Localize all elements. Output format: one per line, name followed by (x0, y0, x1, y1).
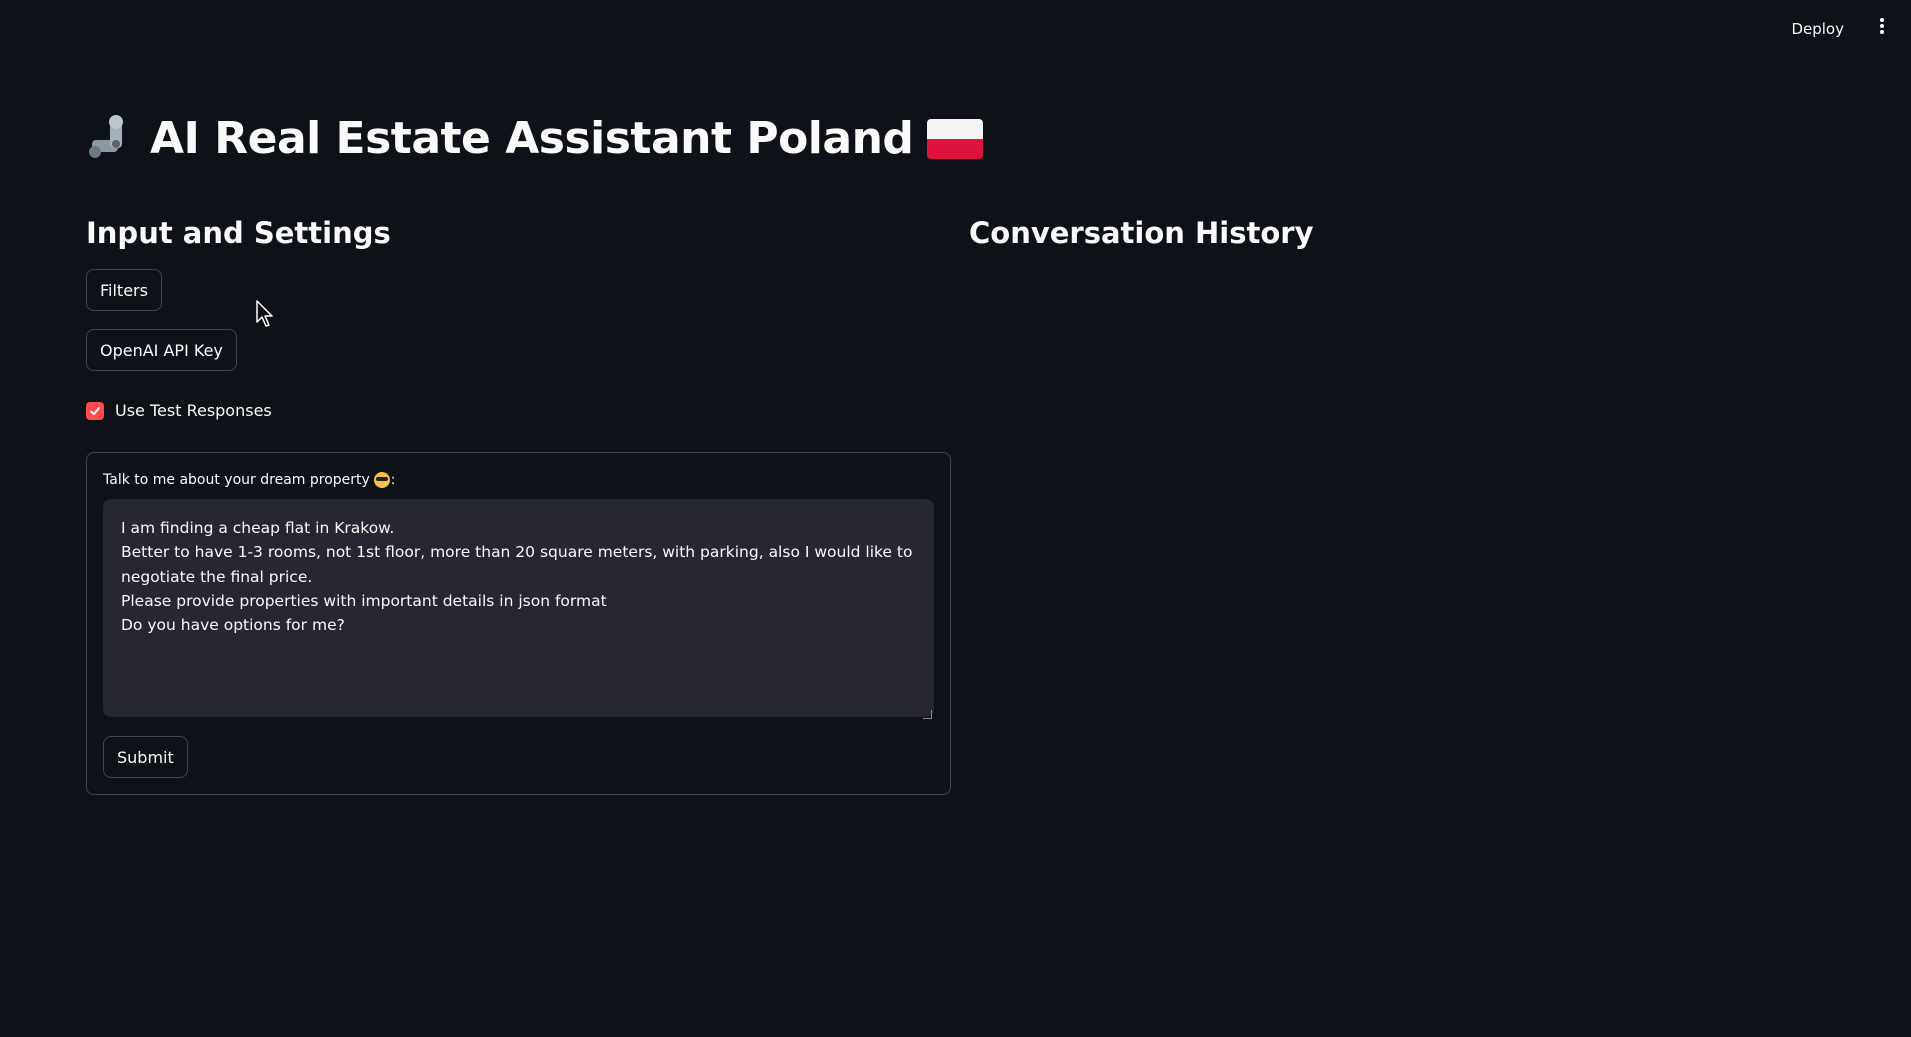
submit-button[interactable]: Submit (103, 736, 188, 778)
checkmark-icon (90, 406, 100, 415)
property-prompt-label: Talk to me about your dream property : (103, 472, 396, 488)
property-prompt-label-text: Talk to me about your dream property (103, 472, 370, 488)
input-settings-heading: Input and Settings (86, 216, 391, 250)
use-test-responses-checkbox-row[interactable]: Use Test Responses (86, 401, 272, 420)
use-test-responses-checkbox[interactable] (86, 401, 104, 420)
deploy-button[interactable]: Deploy (1785, 16, 1850, 42)
openai-api-key-button[interactable]: OpenAI API Key (86, 329, 237, 371)
property-form: Talk to me about your dream property : I… (86, 452, 951, 795)
filters-button[interactable]: Filters (86, 269, 162, 311)
more-vertical-icon[interactable] (1879, 18, 1885, 38)
conversation-history-heading: Conversation History (969, 216, 1314, 250)
property-prompt-textarea[interactable]: I am finding a cheap flat in Krakow. Bet… (103, 499, 934, 717)
use-test-responses-label: Use Test Responses (115, 401, 272, 420)
mouse-pointer-icon (256, 300, 274, 332)
page-title-text: AI Real Estate Assistant Poland (150, 113, 914, 164)
top-toolbar: Deploy (0, 0, 1911, 56)
textarea-resize-handle[interactable] (923, 710, 932, 719)
mechanical-arm-icon (86, 114, 136, 164)
sunglasses-face-icon (373, 472, 390, 488)
page-title: AI Real Estate Assistant Poland (86, 113, 984, 164)
poland-flag-icon (927, 118, 984, 159)
property-prompt-label-suffix: : (390, 472, 396, 488)
